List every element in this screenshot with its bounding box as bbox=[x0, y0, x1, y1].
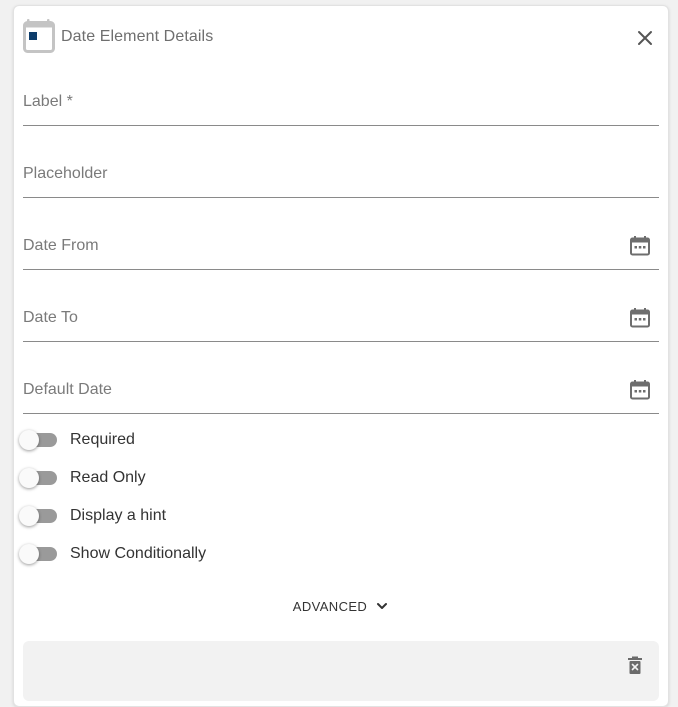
calendar-icon bbox=[630, 380, 650, 400]
show-conditionally-toggle[interactable] bbox=[19, 543, 59, 565]
display-hint-toggle-row: Display a hint bbox=[19, 503, 419, 529]
label-input[interactable] bbox=[23, 85, 627, 125]
placeholder-field[interactable]: Placeholder bbox=[23, 157, 659, 198]
date-to-picker-button[interactable] bbox=[629, 307, 651, 329]
calendar-icon bbox=[23, 18, 55, 54]
date-from-picker-button[interactable] bbox=[629, 235, 651, 257]
delete-icon bbox=[628, 656, 642, 674]
label-field[interactable]: Label * bbox=[23, 85, 659, 126]
chevron-down-icon bbox=[377, 603, 388, 609]
date-to-input[interactable] bbox=[23, 301, 627, 341]
advanced-toggle-button[interactable]: ADVANCED bbox=[14, 594, 668, 618]
toggle-thumb bbox=[19, 544, 39, 564]
read-only-toggle-row: Read Only bbox=[19, 465, 419, 491]
display-hint-label: Display a hint bbox=[70, 507, 167, 524]
close-button[interactable] bbox=[631, 24, 659, 52]
show-conditionally-toggle-row: Show Conditionally bbox=[19, 541, 419, 567]
show-conditionally-label: Show Conditionally bbox=[70, 545, 207, 562]
default-date-field[interactable]: Default Date bbox=[23, 373, 659, 414]
required-label: Required bbox=[70, 431, 135, 448]
default-date-picker-button[interactable] bbox=[629, 379, 651, 401]
placeholder-input[interactable] bbox=[23, 157, 627, 197]
toggle-thumb bbox=[19, 430, 39, 450]
read-only-label: Read Only bbox=[70, 469, 146, 486]
advanced-label: ADVANCED bbox=[292, 598, 368, 614]
actions-bar bbox=[23, 641, 659, 701]
toggle-thumb bbox=[19, 506, 39, 526]
date-from-field[interactable]: Date From bbox=[23, 229, 659, 270]
toggle-thumb bbox=[19, 468, 39, 488]
calendar-icon bbox=[630, 236, 650, 256]
read-only-toggle[interactable] bbox=[19, 467, 59, 489]
date-element-dialog: Date Element Details Label * Placeholder… bbox=[13, 5, 669, 707]
delete-button[interactable] bbox=[625, 655, 645, 675]
dialog-header: Date Element Details bbox=[23, 18, 659, 56]
default-date-input[interactable] bbox=[23, 373, 627, 413]
date-from-input[interactable] bbox=[23, 229, 627, 269]
calendar-icon bbox=[630, 308, 650, 328]
required-toggle[interactable] bbox=[19, 429, 59, 451]
required-toggle-row: Required bbox=[19, 427, 419, 453]
dialog-title: Date Element Details bbox=[61, 28, 214, 45]
display-hint-toggle[interactable] bbox=[19, 505, 59, 527]
date-to-field[interactable]: Date To bbox=[23, 301, 659, 342]
close-icon bbox=[638, 31, 652, 45]
